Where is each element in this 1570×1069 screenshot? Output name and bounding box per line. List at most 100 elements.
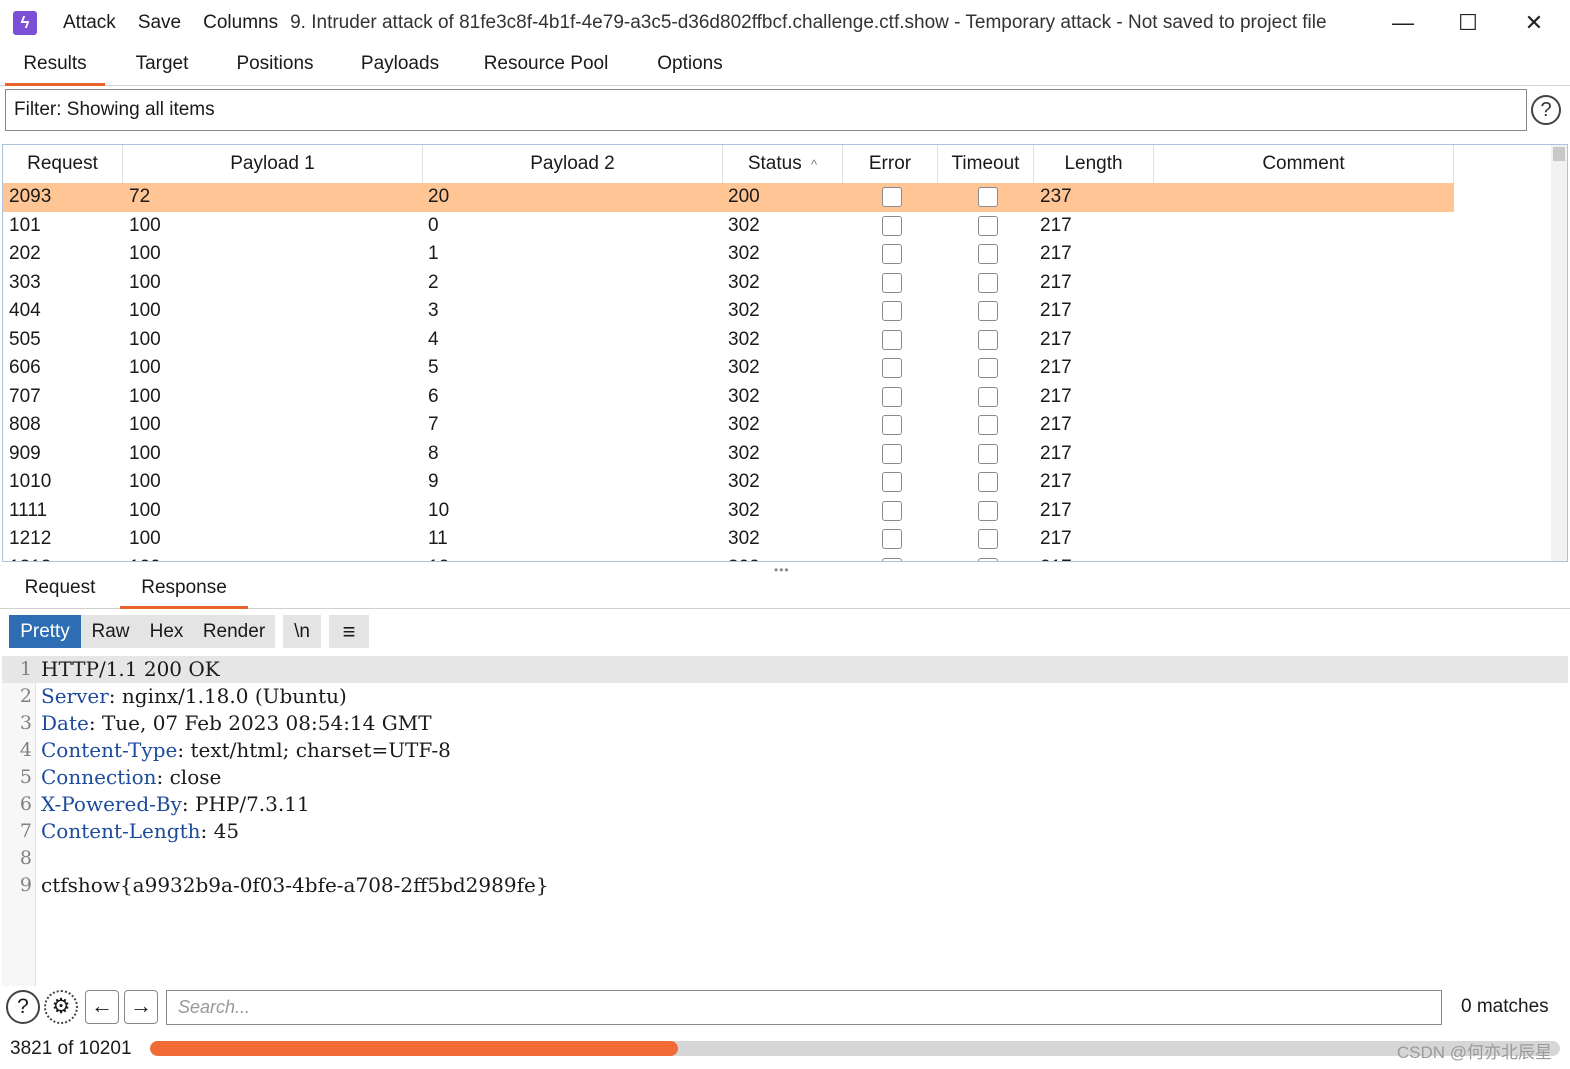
tab-results[interactable]: Results [5,46,105,86]
tab-target[interactable]: Target [118,46,206,86]
cell-error-checkbox[interactable] [882,443,902,464]
tab-request[interactable]: Request [5,569,115,609]
cell-length: 217 [1040,442,1072,464]
cell-timeout-checkbox[interactable] [978,415,998,435]
line-number: 5 [19,766,32,788]
header-name: Content-Length [41,819,201,843]
table-row[interactable]: 2093 72 20 200 237 [3,183,1454,212]
menu-columns[interactable]: Columns [203,12,278,34]
view-render-button[interactable]: Render [193,615,275,648]
table-row[interactable]: 1111 100 10 302 217 [3,497,1454,526]
view-hex-button[interactable]: Hex [140,615,193,648]
cell-status: 302 [728,328,760,350]
cell-payload1: 100 [129,528,161,549]
cell-error-checkbox[interactable] [882,415,902,435]
cell-error-checkbox[interactable] [882,329,902,350]
settings-icon[interactable]: ⚙ [44,990,78,1024]
cell-timeout-checkbox[interactable] [978,329,998,350]
cell-timeout-checkbox[interactable] [978,358,998,378]
cell-error-checkbox[interactable] [882,301,902,321]
header-value: ctfshow{a9932b9a-0f03-4bfe-a708-2ff5bd29… [41,873,549,897]
tab-payloads[interactable]: Payloads [345,46,455,86]
cell-payload1: 100 [129,271,161,293]
cell-error-checkbox[interactable] [882,557,902,561]
cell-error-checkbox[interactable] [882,500,902,521]
response-line: 5 Connection: close [2,764,1568,791]
cell-error-checkbox[interactable] [882,187,902,207]
table-row[interactable]: 202 100 1 302 217 [3,240,1454,269]
cell-error-checkbox[interactable] [882,472,902,492]
tab-options[interactable]: Options [640,46,740,86]
cell-error-checkbox[interactable] [882,215,902,236]
cell-timeout-checkbox[interactable] [978,272,998,293]
header-value: : nginx/1.18.0 (Ubuntu) [108,684,347,708]
table-row[interactable]: 505 100 4 302 217 [3,326,1454,355]
cell-error-checkbox[interactable] [882,272,902,293]
arrow-right-icon[interactable]: → [124,990,158,1024]
table-row[interactable]: 404 100 3 302 217 [3,297,1454,326]
table-row[interactable]: 606 100 5 302 217 [3,354,1454,383]
response-editor[interactable]: 1 HTTP/1.1 200 OK 2 Server: nginx/1.18.0 (U… [2,656,1568,986]
cell-timeout-checkbox[interactable] [978,244,998,264]
arrow-left-icon[interactable]: ← [85,990,119,1024]
cell-timeout-checkbox[interactable] [978,301,998,321]
minimize-button[interactable]: — [1370,0,1436,46]
cell-timeout-checkbox[interactable] [978,500,998,521]
filter-bar[interactable]: Filter: Showing all items [5,89,1527,131]
menu-attack[interactable]: Attack [63,12,116,34]
column-header-payload-1[interactable]: Payload 1 [123,145,423,183]
column-header-timeout[interactable]: Timeout [938,145,1034,183]
table-row[interactable]: 101 100 0 302 217 [3,212,1454,241]
hamburger-icon[interactable]: ≡ [329,615,369,648]
column-header-comment[interactable]: Comment [1154,145,1454,183]
cell-timeout-checkbox[interactable] [978,187,998,207]
tab-positions[interactable]: Positions [222,46,328,86]
cell-request: 303 [9,271,41,293]
tab-resource-pool[interactable]: Resource Pool [472,46,620,86]
cell-error-checkbox[interactable] [882,386,902,407]
filter-help-icon[interactable]: ? [1531,95,1561,125]
cell-error-checkbox[interactable] [882,529,902,549]
table-row[interactable]: 707 100 6 302 217 [3,383,1454,412]
cell-timeout-checkbox[interactable] [978,215,998,236]
table-row[interactable]: 1313 100 12 302 217 [3,554,1454,562]
cell-length: 217 [1040,554,1072,562]
tab-response[interactable]: Response [120,569,248,609]
header-value: : PHP/7.3.11 [181,792,310,816]
cell-length: 217 [1040,385,1072,407]
cell-status: 302 [728,471,760,492]
table-row[interactable]: 1010 100 9 302 217 [3,468,1454,497]
search-input[interactable]: Search... [166,990,1442,1025]
cell-timeout-checkbox[interactable] [978,386,998,407]
table-scrollbar[interactable] [1551,145,1567,561]
cell-timeout-checkbox[interactable] [978,529,998,549]
cell-error-checkbox[interactable] [882,244,902,264]
close-button[interactable]: ✕ [1501,0,1567,46]
column-header-payload-2[interactable]: Payload 2 [423,145,723,183]
attack-progress-fill [150,1041,679,1056]
help-icon[interactable]: ? [6,990,40,1024]
cell-timeout-checkbox[interactable] [978,472,998,492]
cell-payload2: 2 [428,271,439,293]
view-raw-button[interactable]: Raw [81,615,140,648]
cell-length: 217 [1040,414,1072,435]
cell-status: 302 [728,499,760,521]
column-header-error[interactable]: Error [843,145,938,183]
column-header-status[interactable]: Status ^ [723,145,843,183]
table-row[interactable]: 808 100 7 302 217 [3,411,1454,440]
menu-save[interactable]: Save [138,12,181,34]
cell-timeout-checkbox[interactable] [978,443,998,464]
maximize-button[interactable]: ☐ [1435,0,1501,46]
newline-toggle-button[interactable]: \n [283,615,321,648]
view-pretty-button[interactable]: Pretty [9,615,81,648]
table-row[interactable]: 909 100 8 302 217 [3,440,1454,469]
table-row[interactable]: 303 100 2 302 217 [3,269,1454,298]
column-header-length[interactable]: Length [1034,145,1154,183]
cell-payload2: 1 [428,243,439,264]
cell-timeout-checkbox[interactable] [978,557,998,561]
response-line: 3 Date: Tue, 07 Feb 2023 08:54:14 GMT [2,710,1568,737]
cell-error-checkbox[interactable] [882,358,902,378]
table-row[interactable]: 1212 100 11 302 217 [3,525,1454,554]
column-header-request[interactable]: Request [3,145,123,183]
table-scrollbar-thumb[interactable] [1553,147,1565,161]
